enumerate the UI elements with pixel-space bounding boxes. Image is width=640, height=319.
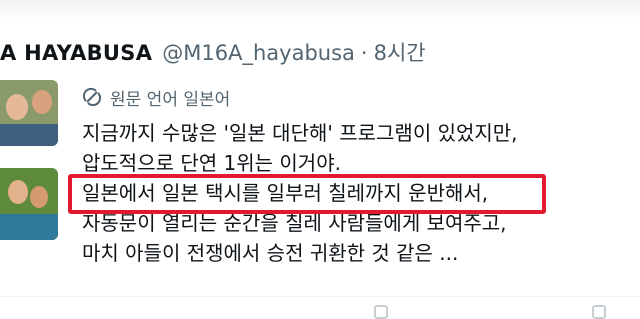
photo-face [6,94,28,120]
highlight-box [68,174,546,214]
divider [0,296,640,297]
top-bar [0,0,640,20]
separator-dot: · [360,41,368,65]
reply-icon[interactable] [374,305,388,319]
media-thumbnail-1[interactable] [0,80,58,146]
user-handle[interactable]: @M16A_hayabusa [162,38,355,68]
translate-icon [82,87,102,107]
tweet-line: 지금까지 수많은 '일본 대단해' 프로그램이 있었지만, [82,121,518,145]
tweet-header: A HAYABUSA @M16A_hayabusa · 8시간 [0,38,426,68]
photo-face [30,186,48,208]
share-icon[interactable] [592,305,606,319]
photo-face [32,90,52,114]
media-thumbnail-2[interactable] [0,168,58,240]
photo-shirt [0,214,58,240]
tweet-line: 마치 아들이 전쟁에서 승전 귀환한 것 같은 ... [82,241,459,265]
timestamp[interactable]: 8시간 [374,38,426,68]
photo-face [8,180,28,204]
translation-notice[interactable]: 원문 언어 일본어 [82,84,230,110]
translation-label: 원문 언어 일본어 [110,89,231,110]
photo-shirt [0,124,58,146]
display-name[interactable]: A HAYABUSA [0,38,152,68]
